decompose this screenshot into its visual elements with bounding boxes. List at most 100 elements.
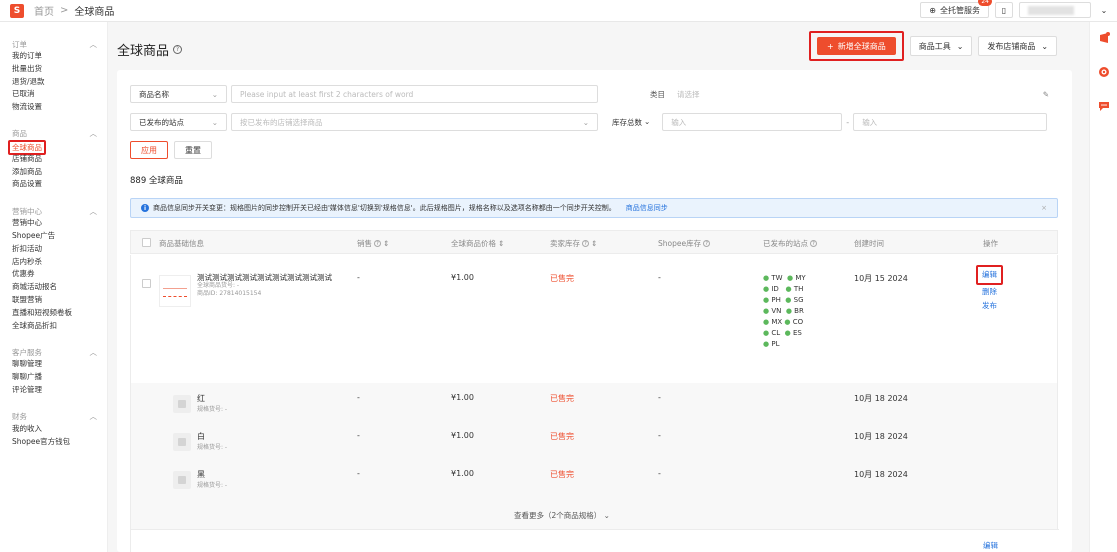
variant-thumbnail bbox=[173, 433, 191, 451]
stock-select-label: 库存总数 bbox=[612, 117, 642, 127]
variant-shopee-stock: - bbox=[658, 469, 661, 478]
sidebar-item-income[interactable]: 我的收入 bbox=[0, 423, 107, 436]
close-icon[interactable]: × bbox=[1041, 204, 1047, 212]
sidebar-section-orders: 订单 ︿ 我的订单 批量出货 退货/退款 已取消 物流设置 bbox=[0, 38, 107, 114]
site-row: ● MX ● CO bbox=[763, 318, 804, 326]
sidebar-section-title[interactable]: 订单 ︿ bbox=[0, 38, 107, 50]
sidebar: 订单 ︿ 我的订单 批量出货 退货/退款 已取消 物流设置 商品 ︿ 全球商品 店铺… bbox=[0, 22, 108, 552]
sort-icon: ⇕ bbox=[591, 239, 598, 248]
sidebar-item-marketing-center[interactable]: 营销中心 bbox=[0, 217, 107, 230]
user-account[interactable] bbox=[1019, 2, 1091, 18]
sort-icon: ⇕ bbox=[498, 239, 505, 248]
search-input[interactable]: Please input at least first 2 characters… bbox=[231, 85, 598, 103]
sites-filter-row: 已发布的站点 ⌄ 按已发布的店铺选择商品 ⌄ bbox=[130, 113, 598, 131]
sidebar-item-flash-sale[interactable]: 店内秒杀 bbox=[0, 256, 107, 269]
chevron-down-icon: ⌄ bbox=[644, 116, 651, 126]
add-global-product-button[interactable]: + 新增全球商品 bbox=[817, 37, 896, 55]
sidebar-item-logistics[interactable]: 物流设置 bbox=[0, 101, 107, 114]
sidebar-item-campaigns[interactable]: 商城活动报名 bbox=[0, 281, 107, 294]
variant-row: 白规格货号: - - ¥1.00 已售完 - 10月 18 2024 bbox=[131, 421, 1059, 459]
sidebar-item-batch-ship[interactable]: 批量出货 bbox=[0, 63, 107, 76]
sidebar-item-product-settings[interactable]: 商品设置 bbox=[0, 178, 107, 191]
panel-toggle-icon[interactable]: ▯ bbox=[995, 2, 1013, 18]
sites-select[interactable]: 已发布的站点 ⌄ bbox=[130, 113, 227, 131]
header-shopee-stock: Shopee库存? bbox=[658, 238, 711, 249]
sidebar-item-vouchers[interactable]: 优惠券 bbox=[0, 268, 107, 281]
chevron-down-icon[interactable]: ⌄ bbox=[1097, 6, 1111, 15]
page-title: 全球商品 ? bbox=[117, 40, 183, 59]
sync-settings-link[interactable]: 商品信息同步 bbox=[626, 203, 668, 213]
apply-button[interactable]: 应用 bbox=[130, 141, 168, 159]
stock-select[interactable]: 库存总数 ⌄ bbox=[612, 117, 650, 128]
sidebar-item-cancelled[interactable]: 已取消 bbox=[0, 88, 107, 101]
range-separator: - bbox=[846, 117, 850, 127]
chat-icon[interactable] bbox=[1098, 100, 1110, 112]
chevron-down-icon: ⌄ bbox=[211, 117, 218, 127]
variant-price: ¥1.00 bbox=[451, 469, 474, 478]
sidebar-section-title[interactable]: 客户服务 ︿ bbox=[0, 346, 107, 358]
sidebar-section-title[interactable]: 营销中心 ︿ bbox=[0, 205, 107, 217]
chevron-down-icon: ⌄ bbox=[603, 511, 610, 520]
site-row: ● PL bbox=[763, 340, 780, 348]
help-icon: ? bbox=[582, 240, 589, 247]
sidebar-item-affiliate[interactable]: 联盟营销 bbox=[0, 294, 107, 307]
edit-link[interactable]: 编辑 bbox=[976, 265, 1003, 285]
search-field-select[interactable]: 商品名称 ⌄ bbox=[130, 85, 227, 103]
sidebar-item-my-orders[interactable]: 我的订单 bbox=[0, 50, 107, 63]
sidebar-item-returns[interactable]: 退货/退款 bbox=[0, 76, 107, 89]
sidebar-item-add-product[interactable]: 添加商品 bbox=[0, 166, 107, 179]
sidebar-item-reviews[interactable]: 评论管理 bbox=[0, 384, 107, 397]
category-select[interactable]: 请选择 ✎ bbox=[669, 85, 1057, 103]
search-filter-row: 商品名称 ⌄ Please input at least first 2 cha… bbox=[130, 85, 598, 103]
product-tools-label: 商品工具 bbox=[918, 41, 951, 51]
product-thumbnail[interactable] bbox=[159, 275, 191, 307]
service-icon: ⊕ bbox=[929, 5, 936, 15]
sidebar-item-global-products[interactable]: 全球商品 bbox=[0, 139, 107, 155]
row-checkbox[interactable] bbox=[142, 279, 151, 288]
sidebar-section-title[interactable]: 财务 ︿ bbox=[0, 411, 107, 423]
category-label: 类目 bbox=[650, 89, 665, 99]
publish-shop-product-label: 发布店铺商品 bbox=[987, 41, 1036, 51]
product-seller-stock: 已售完 bbox=[550, 274, 574, 283]
site-row: ● CL ● ES bbox=[763, 329, 802, 337]
delete-link[interactable]: 删除 bbox=[982, 285, 1003, 299]
select-all-checkbox[interactable] bbox=[142, 238, 151, 247]
variant-sales: - bbox=[357, 431, 360, 440]
table-header: 商品基础信息 销售? ⇕ 全球商品价格 ⇕ 卖家库存? ⇕ Shopee库存? 已发布… bbox=[130, 230, 1058, 254]
header-seller-stock[interactable]: 卖家库存? ⇕ bbox=[550, 238, 597, 249]
target-icon[interactable] bbox=[1098, 66, 1110, 78]
stock-min-input[interactable]: 输入 bbox=[662, 113, 843, 131]
sidebar-item-live-video[interactable]: 直播和短视频卷板 bbox=[0, 307, 107, 320]
managed-service-button[interactable]: ⊕ 全托管服务 24 bbox=[920, 0, 992, 18]
sites-shop-select[interactable]: 按已发布的店铺选择商品 ⌄ bbox=[231, 113, 598, 131]
product-name[interactable]: 测试测试测试测试测试测试测试测试测试 bbox=[197, 273, 347, 282]
view-more-variants[interactable]: 查看更多（2个商品规格） ⌄ bbox=[514, 510, 610, 521]
sidebar-item-discounts[interactable]: 折扣活动 bbox=[0, 243, 107, 256]
sidebar-item-shop-products[interactable]: 店铺商品 bbox=[0, 153, 107, 166]
sidebar-item-chat-broadcast[interactable]: 聊聊广播 bbox=[0, 371, 107, 384]
publish-link[interactable]: 发布 bbox=[982, 299, 1003, 313]
reset-button[interactable]: 重置 bbox=[174, 141, 212, 159]
sidebar-section-customer-service: 客户服务 ︿ 聊聊管理 聊聊广播 评论管理 bbox=[0, 346, 107, 396]
sidebar-section-title[interactable]: 商品 ︿ bbox=[0, 128, 107, 140]
edit-pencil-icon[interactable]: ✎ bbox=[1043, 90, 1049, 99]
stock-max-input[interactable]: 输入 bbox=[853, 113, 1048, 131]
chevron-down-icon: ⌄ bbox=[582, 117, 589, 127]
header-price[interactable]: 全球商品价格 ⇕ bbox=[451, 238, 504, 249]
search-field-select-value: 商品名称 bbox=[139, 89, 169, 99]
breadcrumb-home[interactable]: 首页 bbox=[34, 3, 54, 18]
page-title-text: 全球商品 bbox=[117, 44, 170, 59]
shopee-logo-icon[interactable]: S bbox=[10, 3, 24, 18]
help-icon[interactable]: ? bbox=[173, 45, 183, 54]
sidebar-item-global-discount[interactable]: 全球商品折扣 bbox=[0, 320, 107, 333]
product-tools-button[interactable]: 商品工具 ⌄ bbox=[909, 36, 973, 56]
header-sales[interactable]: 销售? ⇕ bbox=[357, 238, 389, 249]
sidebar-item-wallet[interactable]: Shopee官方钱包 bbox=[0, 436, 107, 449]
sidebar-item-chat-management[interactable]: 聊聊管理 bbox=[0, 358, 107, 371]
edit-link[interactable]: 编辑 bbox=[983, 540, 998, 551]
sidebar-item-shopee-ads[interactable]: Shopee广告 bbox=[0, 230, 107, 243]
publish-shop-product-button[interactable]: 发布店铺商品 ⌄ bbox=[978, 36, 1058, 56]
notification-icon[interactable] bbox=[1098, 32, 1110, 44]
stock-max-placeholder: 输入 bbox=[862, 117, 878, 127]
variant-name: 黑 bbox=[197, 470, 205, 479]
